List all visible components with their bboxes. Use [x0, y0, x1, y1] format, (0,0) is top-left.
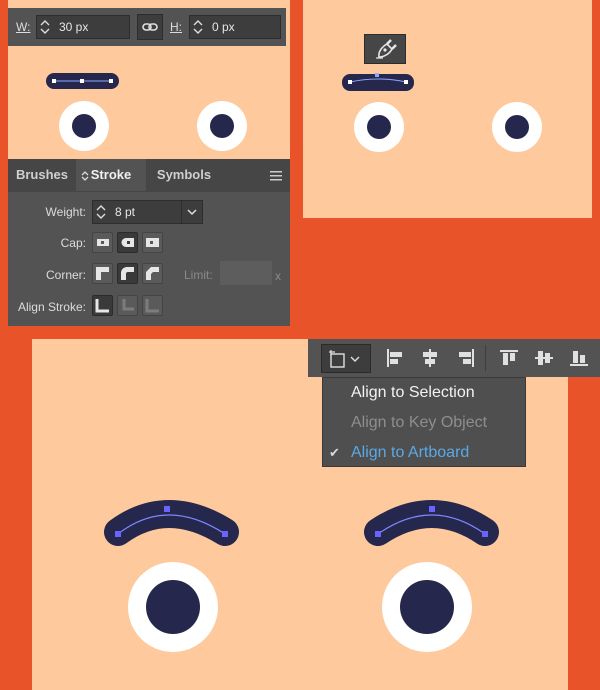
menu-item-align-to-artboard[interactable]: ✔ Align to Artboard — [323, 438, 527, 468]
tab-stroke-label: Stroke — [90, 167, 132, 182]
round-cap-button[interactable] — [117, 232, 138, 253]
projecting-cap-button[interactable] — [142, 232, 163, 253]
menu-item-label: Align to Artboard — [351, 444, 470, 461]
round-join-icon — [121, 267, 134, 280]
stepper-icon[interactable] — [96, 203, 106, 221]
miter-join-button[interactable] — [92, 263, 113, 284]
eye-right — [382, 562, 472, 652]
eyebrow-right — [364, 500, 499, 546]
weight-field[interactable]: 8 pt — [92, 200, 182, 224]
artboard-top-right — [303, 0, 592, 218]
cap-label: Cap: — [60, 236, 86, 250]
projecting-cap-icon — [146, 238, 159, 247]
pupil — [505, 115, 529, 139]
menu-item-align-to-selection[interactable]: Align to Selection — [323, 378, 527, 408]
round-cap-icon — [121, 238, 134, 247]
pupil — [367, 115, 391, 139]
menu-item-label: Align to Key Object — [351, 414, 488, 431]
align-bottom-icon[interactable] — [568, 347, 590, 369]
chevron-down-icon — [187, 209, 197, 216]
corner-label: Corner: — [45, 268, 86, 282]
weight-dropdown[interactable] — [181, 200, 203, 224]
eye-right-small — [197, 101, 247, 151]
brow-path-guide — [348, 73, 408, 84]
stepper-icon[interactable] — [193, 18, 203, 36]
align-hcenter-icon[interactable] — [419, 347, 441, 369]
pupil — [146, 580, 200, 634]
round-join-button[interactable] — [117, 263, 138, 284]
align-stroke-outside-icon — [145, 299, 159, 313]
pen-tool-icon — [376, 39, 397, 59]
weight-value: 8 pt — [115, 205, 136, 219]
limit-suffix: x — [275, 269, 281, 283]
check-icon: ✔ — [329, 445, 340, 460]
width-label: W: — [16, 20, 31, 34]
transform-control-bar: W: 30 px H: 0 px — [8, 8, 286, 46]
panel-menu-icon[interactable] — [270, 171, 282, 181]
align-to-dropdown[interactable] — [321, 344, 371, 373]
align-right-icon[interactable] — [455, 347, 477, 369]
stroke-panel: Brushes Stroke Symbols Weight: 8 pt Cap:… — [8, 159, 290, 326]
pupil — [400, 580, 454, 634]
tab-toggle-icon — [81, 171, 89, 181]
align-stroke-outside-button — [142, 295, 163, 316]
miter-join-icon — [96, 267, 109, 280]
align-stroke-inside-icon — [122, 299, 134, 311]
weight-label: Weight: — [45, 205, 86, 219]
height-field[interactable]: 0 px — [189, 15, 281, 39]
width-value: 30 px — [59, 20, 89, 34]
align-vcenter-icon[interactable] — [533, 347, 555, 369]
menu-item-label: Align to Selection — [351, 384, 475, 401]
eye-left-small — [59, 101, 109, 151]
height-value: 0 px — [212, 20, 235, 34]
pen-tooltip — [364, 34, 406, 64]
limit-label: Limit: — [184, 268, 213, 282]
link-icon — [142, 23, 158, 31]
align-stroke-center-icon — [95, 299, 109, 313]
pupil — [210, 114, 234, 138]
tab-symbols[interactable]: Symbols — [146, 159, 222, 191]
align-stroke-center-button[interactable] — [92, 295, 113, 316]
brow-path-guide — [52, 79, 113, 83]
eye-left-small — [354, 102, 404, 152]
align-to-icon — [329, 350, 360, 368]
link-dimensions-button[interactable] — [137, 14, 163, 40]
height-label: H: — [170, 20, 182, 34]
bevel-join-button[interactable] — [142, 263, 163, 284]
eyebrow-left — [104, 500, 239, 546]
toolbar-divider — [485, 345, 486, 371]
align-left-icon[interactable] — [384, 347, 406, 369]
align-toolbar — [308, 339, 600, 377]
butt-cap-button[interactable] — [92, 232, 113, 253]
align-to-menu: Align to Selection Align to Key Object ✔… — [322, 377, 526, 467]
pupil — [72, 114, 96, 138]
stepper-icon[interactable] — [40, 18, 50, 36]
align-stroke-inside-button — [117, 295, 138, 316]
eye-left — [128, 562, 218, 652]
butt-cap-icon — [97, 239, 109, 246]
width-field[interactable]: 30 px — [36, 15, 130, 39]
menu-item-align-to-key-object: Align to Key Object — [323, 408, 527, 438]
limit-field — [220, 261, 272, 285]
align-stroke-label: Align Stroke: — [17, 300, 86, 314]
bevel-join-icon — [146, 267, 159, 280]
eye-right-small — [492, 102, 542, 152]
align-top-icon[interactable] — [498, 347, 520, 369]
tab-brushes[interactable]: Brushes — [8, 159, 76, 191]
